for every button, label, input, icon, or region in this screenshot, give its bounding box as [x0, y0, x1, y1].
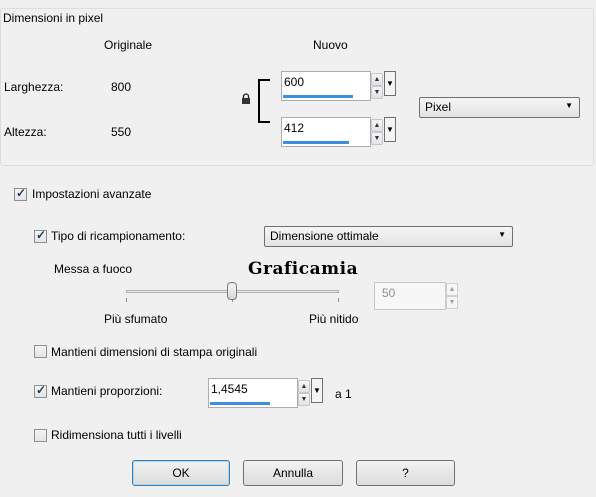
chevron-down-icon: ▼: [498, 230, 506, 239]
sharpen-value: 50: [382, 286, 396, 300]
slider-tick: [338, 298, 339, 302]
unit-value: Pixel: [425, 100, 452, 114]
resize-all-layers-label: Ridimensiona tutti i livelli: [51, 428, 182, 442]
keep-ratio-checkbox[interactable]: ✓: [34, 383, 47, 398]
height-spin-up[interactable]: ▲: [371, 119, 383, 132]
link-bracket: [258, 79, 270, 123]
ratio-value-bar: [210, 402, 270, 405]
cancel-button[interactable]: Annulla: [243, 460, 343, 486]
height-spin-down[interactable]: ▼: [371, 132, 383, 145]
sharpen-spin-up[interactable]: ▲: [446, 283, 458, 296]
sharpen-right-label: Più nitido: [309, 312, 359, 326]
height-new-field[interactable]: 412 ▲ ▼ ▼: [281, 117, 397, 147]
width-value-bar: [283, 95, 353, 98]
slider-tick: [126, 298, 127, 302]
sharpen-label: Messa a fuoco: [54, 262, 133, 276]
original-column-header: Originale: [104, 38, 153, 52]
chevron-down-icon: ▼: [565, 101, 573, 110]
width-spin-down[interactable]: ▼: [371, 86, 383, 99]
keep-ratio-label: Mantieni proporzioni:: [51, 384, 163, 398]
ratio-value: 1,4545: [211, 382, 248, 396]
sharpen-left-label: Più sfumato: [104, 312, 168, 326]
resample-type-select[interactable]: Dimensione ottimale ▼: [264, 226, 513, 247]
height-label: Altezza:: [4, 125, 47, 139]
resample-type-value: Dimensione ottimale: [270, 229, 379, 243]
resample-type-label: Tipo di ricampionamento:: [51, 229, 186, 243]
advanced-settings-checkbox[interactable]: ✓: [14, 186, 27, 201]
sharpen-spin-down[interactable]: ▼: [446, 296, 458, 309]
advanced-settings-label: Impostazioni avanzate: [32, 187, 152, 201]
width-new-value: 600: [284, 75, 305, 89]
width-label: Larghezza:: [4, 80, 64, 94]
keep-print-size-label: Mantieni dimensioni di stampa originali: [51, 345, 258, 359]
group-title: Dimensioni in pixel: [2, 11, 105, 26]
height-dropdown-button[interactable]: ▼: [384, 117, 396, 142]
height-new-value: 412: [284, 121, 305, 135]
keep-print-size-checkbox[interactable]: [34, 345, 47, 358]
ratio-spin-up[interactable]: ▲: [298, 380, 310, 393]
width-new-field[interactable]: 600 ▲ ▼ ▼: [281, 71, 397, 101]
watermark-text: Graficamia: [248, 259, 359, 279]
unit-select[interactable]: Pixel ▼: [419, 97, 580, 118]
help-button[interactable]: ?: [356, 460, 455, 486]
ratio-suffix: a 1: [335, 387, 352, 401]
resample-type-checkbox[interactable]: ✓: [34, 228, 47, 243]
width-dropdown-button[interactable]: ▼: [384, 71, 396, 96]
sharpen-value-field[interactable]: 50: [374, 282, 446, 310]
lock-icon[interactable]: [241, 93, 251, 105]
ratio-dropdown-button[interactable]: ▼: [311, 378, 323, 403]
height-value-bar: [283, 141, 349, 144]
ratio-spin-down[interactable]: ▼: [298, 393, 310, 406]
resize-all-layers-checkbox[interactable]: [34, 429, 47, 442]
sharpen-slider-thumb[interactable]: [227, 282, 237, 300]
width-spin-up[interactable]: ▲: [371, 73, 383, 86]
ok-button[interactable]: OK: [132, 460, 230, 486]
new-column-header: Nuovo: [313, 38, 348, 52]
width-original-value: 800: [111, 80, 132, 94]
ratio-field[interactable]: 1,4545 ▲ ▼ ▼: [208, 378, 326, 408]
height-original-value: 550: [111, 125, 132, 139]
